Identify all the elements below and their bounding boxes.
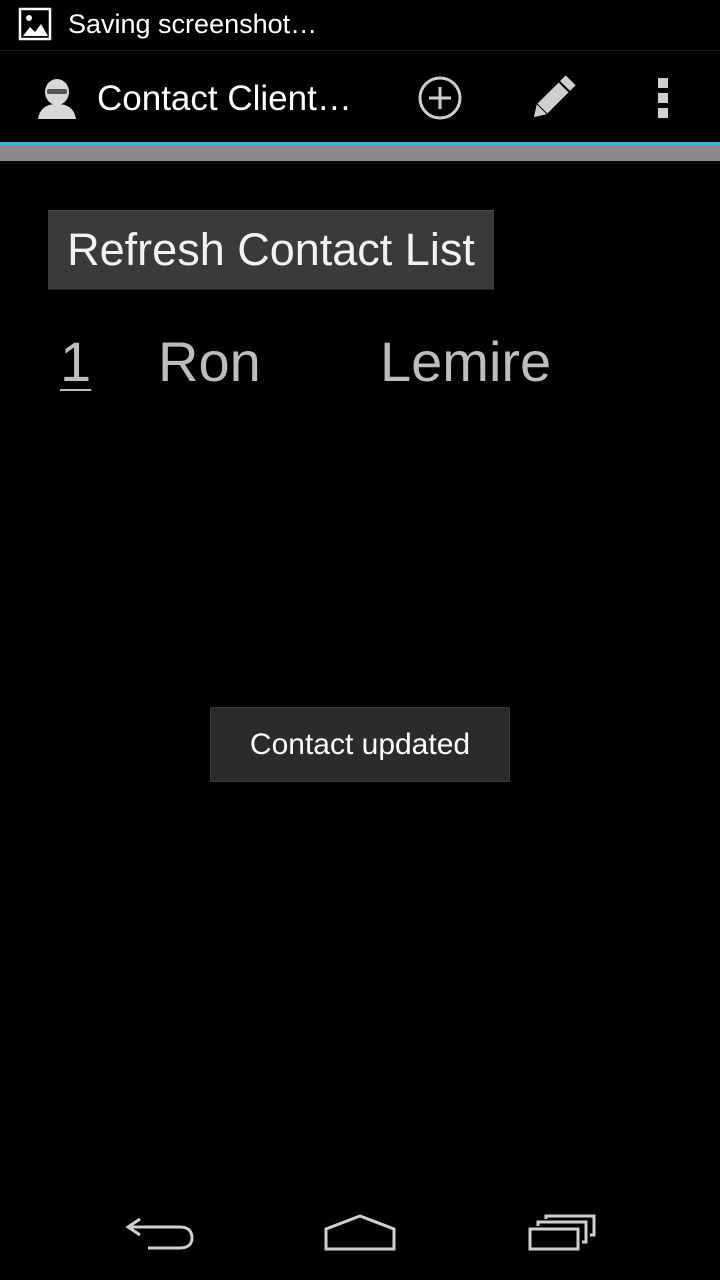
refresh-contact-list-button[interactable]: Refresh Contact List bbox=[48, 210, 494, 290]
edit-contact-button[interactable] bbox=[512, 51, 594, 144]
contact-avatar-icon[interactable] bbox=[34, 77, 80, 119]
image-icon bbox=[18, 7, 52, 41]
contact-last-name: Lemire bbox=[380, 330, 552, 393]
status-bar: Saving screenshot… bbox=[0, 0, 720, 51]
back-button[interactable] bbox=[110, 1186, 210, 1280]
toast-message: Contact updated bbox=[210, 707, 510, 782]
recents-icon bbox=[528, 1214, 596, 1251]
action-bar: Contact Client… bbox=[0, 51, 720, 144]
overflow-menu-icon bbox=[658, 77, 668, 118]
action-bar-divider bbox=[0, 145, 720, 161]
add-circle-icon bbox=[418, 76, 462, 119]
recents-button[interactable] bbox=[512, 1186, 612, 1280]
back-icon bbox=[125, 1217, 194, 1250]
contact-row[interactable]: 1 Ron Lemire bbox=[0, 320, 720, 410]
contact-id-link[interactable]: 1 bbox=[60, 332, 91, 392]
status-notification-text: Saving screenshot… bbox=[68, 9, 318, 39]
pencil-icon bbox=[533, 74, 576, 117]
home-button[interactable] bbox=[310, 1186, 410, 1280]
add-contact-button[interactable] bbox=[400, 51, 480, 144]
contact-first-name: Ron bbox=[158, 330, 261, 393]
navigation-bar bbox=[0, 1186, 720, 1280]
home-icon bbox=[324, 1214, 396, 1251]
overflow-menu-button[interactable] bbox=[630, 51, 696, 144]
app-title: Contact Client… bbox=[97, 79, 352, 118]
